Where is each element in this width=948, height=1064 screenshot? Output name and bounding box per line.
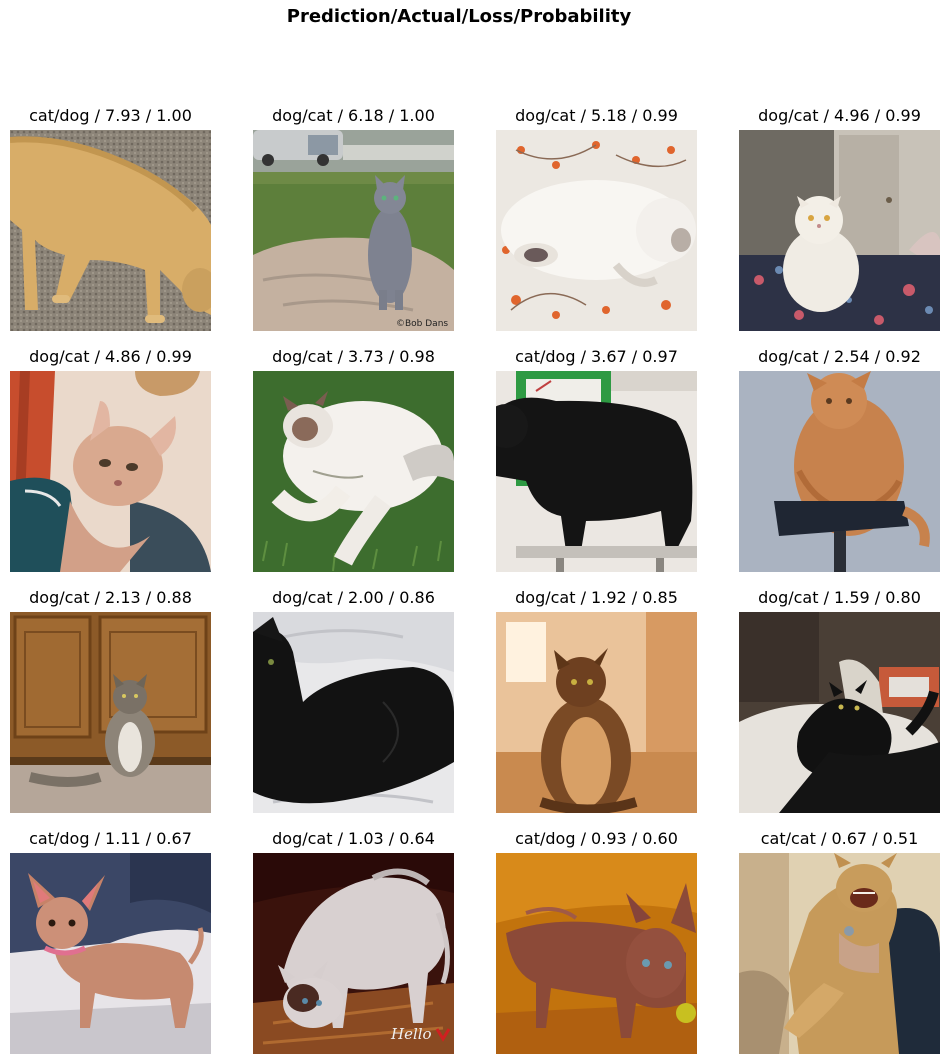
image-label: dog/cat / 4.96 / 0.99 [758, 106, 921, 125]
grid-cell: cat/cat / 0.67 / 0.51 [739, 828, 940, 1054]
image-label: cat/dog / 7.93 / 1.00 [29, 106, 192, 125]
image-label: cat/dog / 0.93 / 0.60 [515, 829, 678, 848]
grid-cell: cat/dog / 0.93 / 0.60 [496, 828, 697, 1054]
cat-photo [10, 612, 211, 813]
figure-title: Prediction/Actual/Loss/Probability [286, 6, 632, 27]
grid-cell: dog/cat / 2.00 / 0.86 [253, 587, 454, 813]
image-label: dog/cat / 6.18 / 1.00 [272, 106, 435, 125]
dog-photo [496, 853, 697, 1054]
dog-photo [496, 371, 697, 572]
image-label: cat/dog / 1.11 / 0.67 [29, 829, 192, 848]
cat-photo [739, 853, 940, 1054]
image-label: dog/cat / 1.59 / 0.80 [758, 588, 921, 607]
grid-cell: dog/cat / 1.92 / 0.85 [496, 587, 697, 813]
grid-cell: dog/cat / 2.54 / 0.92 [739, 346, 940, 572]
grid-cell: dog/cat / 5.18 / 0.99 [496, 105, 697, 331]
cat-photo [739, 371, 940, 572]
cat-photo [739, 130, 940, 331]
image-label: dog/cat / 4.86 / 0.99 [29, 347, 192, 366]
image-grid: cat/dog / 7.93 / 1.00 dog/cat / 6.18 / 1… [10, 105, 940, 1054]
cat-photo: Hello [253, 853, 454, 1054]
image-label: dog/cat / 3.73 / 0.98 [272, 347, 435, 366]
watermark-text: Hello [390, 1025, 432, 1043]
watermark-text: ©Bob Dans [396, 319, 448, 329]
image-label: dog/cat / 1.03 / 0.64 [272, 829, 435, 848]
dog-photo [10, 130, 211, 331]
grid-cell: dog/cat / 6.18 / 1.00 ©Bob Dans [253, 105, 454, 331]
cat-photo [496, 612, 697, 813]
grid-cell: dog/cat / 1.59 / 0.80 [739, 587, 940, 813]
image-label: cat/cat / 0.67 / 0.51 [760, 829, 919, 848]
image-label: dog/cat / 2.54 / 0.92 [758, 347, 921, 366]
grid-cell: dog/cat / 4.86 / 0.99 [10, 346, 211, 572]
grid-cell: cat/dog / 3.67 / 0.97 [496, 346, 697, 572]
cat-photo [253, 371, 454, 572]
image-label: dog/cat / 5.18 / 0.99 [515, 106, 678, 125]
cat-photo [10, 371, 211, 572]
grid-cell: dog/cat / 3.73 / 0.98 [253, 346, 454, 572]
cat-photo [253, 612, 454, 813]
cat-photo [739, 612, 940, 813]
image-label: dog/cat / 2.00 / 0.86 [272, 588, 435, 607]
grid-cell: cat/dog / 7.93 / 1.00 [10, 105, 211, 331]
grid-cell: dog/cat / 1.03 / 0.64 Hello [253, 828, 454, 1054]
cat-photo [496, 130, 697, 331]
image-label: cat/dog / 3.67 / 0.97 [515, 347, 678, 366]
grid-cell: dog/cat / 2.13 / 0.88 [10, 587, 211, 813]
grid-cell: cat/dog / 1.11 / 0.67 [10, 828, 211, 1054]
image-label: dog/cat / 1.92 / 0.85 [515, 588, 678, 607]
image-label: dog/cat / 2.13 / 0.88 [29, 588, 192, 607]
cat-photo: ©Bob Dans [253, 130, 454, 331]
grid-cell: dog/cat / 4.96 / 0.99 [739, 105, 940, 331]
dog-photo [10, 853, 211, 1054]
